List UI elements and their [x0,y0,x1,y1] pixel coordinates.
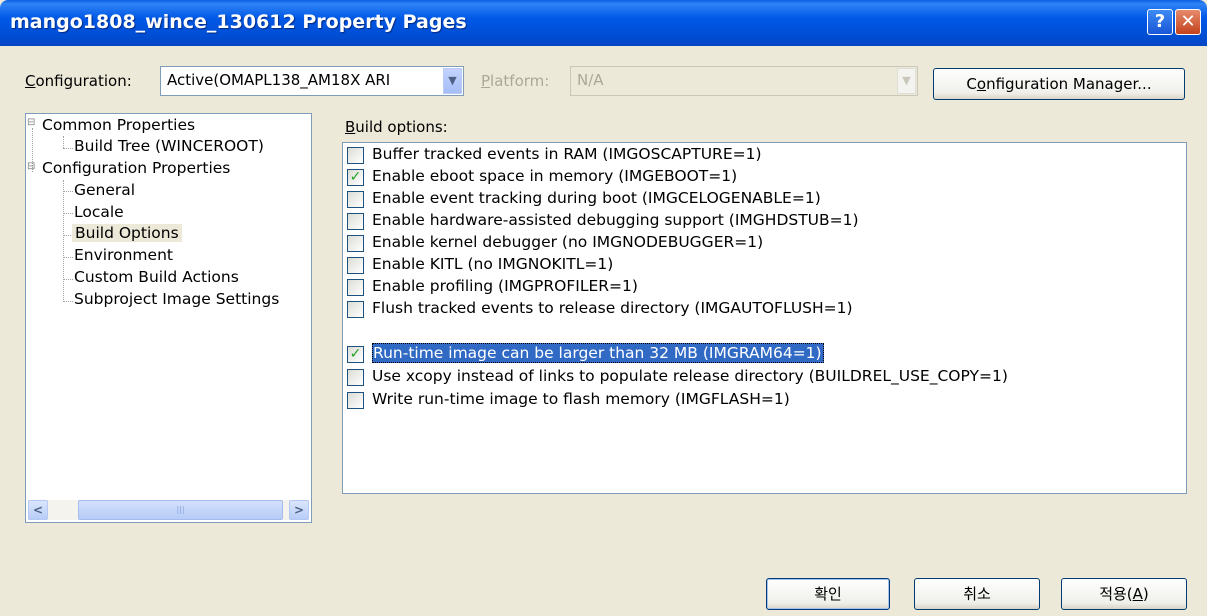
check-icon: ✓ [349,346,362,362]
checkbox[interactable]: ✓ [347,346,364,363]
expand-icon[interactable]: ⊟ [27,161,35,172]
property-pages-dialog: mango1808_wince_130612 Property Pages ? … [0,0,1207,616]
option-label: Use xcopy instead of links to populate r… [372,367,1008,385]
window-title: mango1808_wince_130612 Property Pages [10,11,467,33]
list-item[interactable]: Enable kernel debugger (no IMGNODEBUGGER… [347,232,1183,253]
option-label: Run-time image can be larger than 32 MB … [372,343,824,363]
check-icon: ✓ [349,169,362,185]
close-icon: ✕ [1180,11,1196,32]
option-label: Buffer tracked events in RAM (IMGOSCAPTU… [372,145,762,163]
tree-item-environment[interactable]: Environment [74,246,173,264]
tree-item-build-options[interactable]: Build Options [72,224,182,242]
chevron-down-icon: ▼ [897,68,916,94]
tree-connector [63,213,73,214]
option-label: Enable profiling (IMGPROFILER=1) [372,277,638,295]
tree-item-custom-build-actions[interactable]: Custom Build Actions [74,268,239,286]
checkbox[interactable]: ✓ [347,169,364,186]
horizontal-scrollbar[interactable]: < ||| > [28,500,309,520]
checkbox[interactable] [347,279,364,296]
list-item[interactable]: Enable hardware-assisted debugging suppo… [347,210,1183,231]
list-item[interactable]: Enable event tracking during boot (IMGCE… [347,188,1183,209]
checkbox[interactable] [347,301,364,318]
build-options-list[interactable]: Buffer tracked events in RAM (IMGOSCAPTU… [342,142,1187,494]
tree-item-locale[interactable]: Locale [74,203,124,221]
checkbox[interactable] [347,213,364,230]
tree-connector [63,180,64,302]
checkbox[interactable] [347,369,364,386]
option-label: Enable hardware-assisted debugging suppo… [372,211,859,229]
property-tree[interactable]: ⊟ Common Properties Build Tree (WINCEROO… [25,113,312,523]
option-label: Enable kernel debugger (no IMGNODEBUGGER… [372,233,764,251]
platform-value: N/A [577,71,604,89]
help-button[interactable]: ? [1147,9,1173,35]
configuration-manager-button[interactable]: Configuration Manager... [933,68,1185,100]
list-item[interactable]: Flush tracked events to release director… [347,298,1183,319]
tree-connector [63,148,73,149]
checkbox[interactable] [347,191,364,208]
expand-icon[interactable]: ⊟ [27,117,35,128]
tree-item-build-tree[interactable]: Build Tree (WINCEROOT) [74,137,264,155]
grip-icon: ||| [176,505,185,514]
configuration-combo[interactable]: Active(OMAPL138_AM18X ARI ▼ [160,66,464,96]
checkbox[interactable] [347,235,364,252]
list-item[interactable]: Enable profiling (IMGPROFILER=1) [347,276,1183,297]
chevron-right-icon: > [293,503,305,517]
title-bar[interactable]: mango1808_wince_130612 Property Pages ? … [0,0,1207,46]
chevron-left-icon: < [32,503,44,517]
apply-button[interactable]: 적용(A) [1061,578,1187,610]
tree-connector [63,191,73,192]
scroll-right-button[interactable]: > [289,500,309,520]
list-item[interactable]: Use xcopy instead of links to populate r… [347,366,1183,387]
list-item[interactable]: Write run-time image to flash memory (IM… [347,389,1183,410]
option-label: Enable KITL (no IMGNOKITL=1) [372,255,614,273]
tree-item-general[interactable]: General [74,181,135,199]
chevron-down-icon[interactable]: ▼ [443,68,462,94]
tree-connector [63,257,73,258]
checkbox[interactable] [347,392,364,409]
option-label: Write run-time image to flash memory (IM… [372,390,790,408]
platform-label: Platform: [481,72,550,90]
checkbox[interactable] [347,147,364,164]
scroll-thumb[interactable]: ||| [78,500,283,520]
tree-item-configuration-properties[interactable]: Configuration Properties [42,159,230,177]
ok-button[interactable]: 확인 [766,578,890,610]
option-label: Flush tracked events to release director… [372,299,853,317]
tree-connector [63,136,64,148]
configuration-label: Configuration: [25,72,132,90]
list-item-selected[interactable]: ✓ Run-time image can be larger than 32 M… [347,343,1183,364]
scroll-left-button[interactable]: < [28,500,48,520]
list-item[interactable]: Enable KITL (no IMGNOKITL=1) [347,254,1183,275]
tree-connector [63,279,73,280]
close-button[interactable]: ✕ [1175,9,1201,35]
tree-item-subproject-image-settings[interactable]: Subproject Image Settings [74,290,279,308]
tree-item-common-properties[interactable]: Common Properties [42,116,195,134]
tree-connector [63,301,73,302]
checkbox[interactable] [347,257,364,274]
list-item[interactable]: ✓ Enable eboot space in memory (IMGEBOOT… [347,166,1183,187]
configuration-value: Active(OMAPL138_AM18X ARI [167,71,391,89]
cancel-button[interactable]: 취소 [914,578,1040,610]
list-item[interactable]: Buffer tracked events in RAM (IMGOSCAPTU… [347,144,1183,165]
platform-combo: N/A ▼ [570,66,918,96]
build-options-label: Build options: [345,118,448,136]
help-icon: ? [1154,11,1166,32]
option-label: Enable eboot space in memory (IMGEBOOT=1… [372,167,738,185]
option-label: Enable event tracking during boot (IMGCE… [372,189,821,207]
